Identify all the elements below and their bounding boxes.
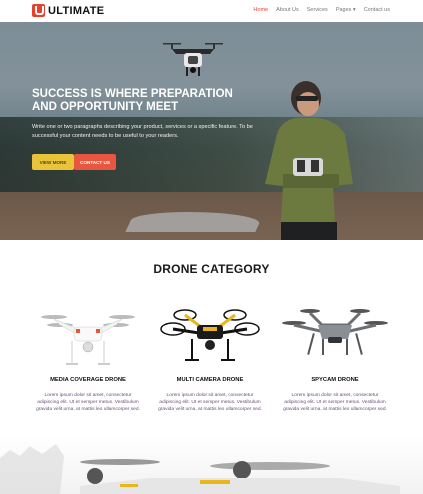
view-more-button[interactable]: VIEW MORE: [32, 154, 74, 170]
nav-services[interactable]: Services: [307, 7, 328, 13]
brand-logo[interactable]: ULTIMATE: [32, 4, 104, 17]
bottom-section-partial: [0, 436, 423, 494]
grey-drone-image: [282, 309, 388, 355]
hero-title: SUCCESS IS WHERE PREPARATION AND OPPORTU…: [32, 88, 233, 113]
card-description: Lorem ipsum dolor sit amet, consectetur …: [36, 393, 140, 412]
nav-about[interactable]: About Us: [276, 7, 299, 13]
card-description: Lorem ipsum dolor sit amet, consectetur …: [158, 393, 262, 412]
card-spycam[interactable]: SPYCAM DRONE Lorem ipsum dolor sit amet,…: [280, 305, 390, 412]
hero-person-image: [265, 81, 353, 240]
card-title: SPYCAM DRONE: [311, 377, 359, 383]
nav-contact[interactable]: Contact us: [364, 7, 390, 13]
logo-icon: [32, 4, 45, 17]
card-title: MEDIA COVERAGE DRONE: [50, 377, 126, 383]
main-menu: Home About Us Services Pages ▾ Contact u…: [253, 7, 390, 13]
top-navbar: ULTIMATE Home About Us Services Pages ▾ …: [0, 0, 423, 22]
card-description: Lorem ipsum dolor sit amet, consectetur …: [283, 393, 387, 412]
drone-category-heading: DRONE CATEGORY: [153, 262, 270, 276]
large-drone-image: [0, 444, 400, 494]
card-title: MULTI CAMERA DRONE: [176, 377, 244, 383]
white-drone-image: [41, 315, 135, 365]
card-media-coverage[interactable]: MEDIA COVERAGE DRONE Lorem ipsum dolor s…: [33, 305, 143, 412]
hero-description: Write one or two paragraphs describing y…: [32, 124, 253, 139]
nav-pages[interactable]: Pages ▾: [336, 7, 356, 13]
brand-name: ULTIMATE: [48, 4, 105, 17]
hero-drone-image: [163, 43, 223, 76]
nav-home[interactable]: Home: [253, 7, 268, 13]
contact-us-button[interactable]: CONTACT US: [74, 154, 116, 170]
black-yellow-drone-image: [160, 309, 260, 361]
card-multi-camera[interactable]: MULTI CAMERA DRONE Lorem ipsum dolor sit…: [155, 305, 265, 412]
hero-banner: SUCCESS IS WHERE PREPARATION AND OPPORTU…: [0, 22, 423, 240]
